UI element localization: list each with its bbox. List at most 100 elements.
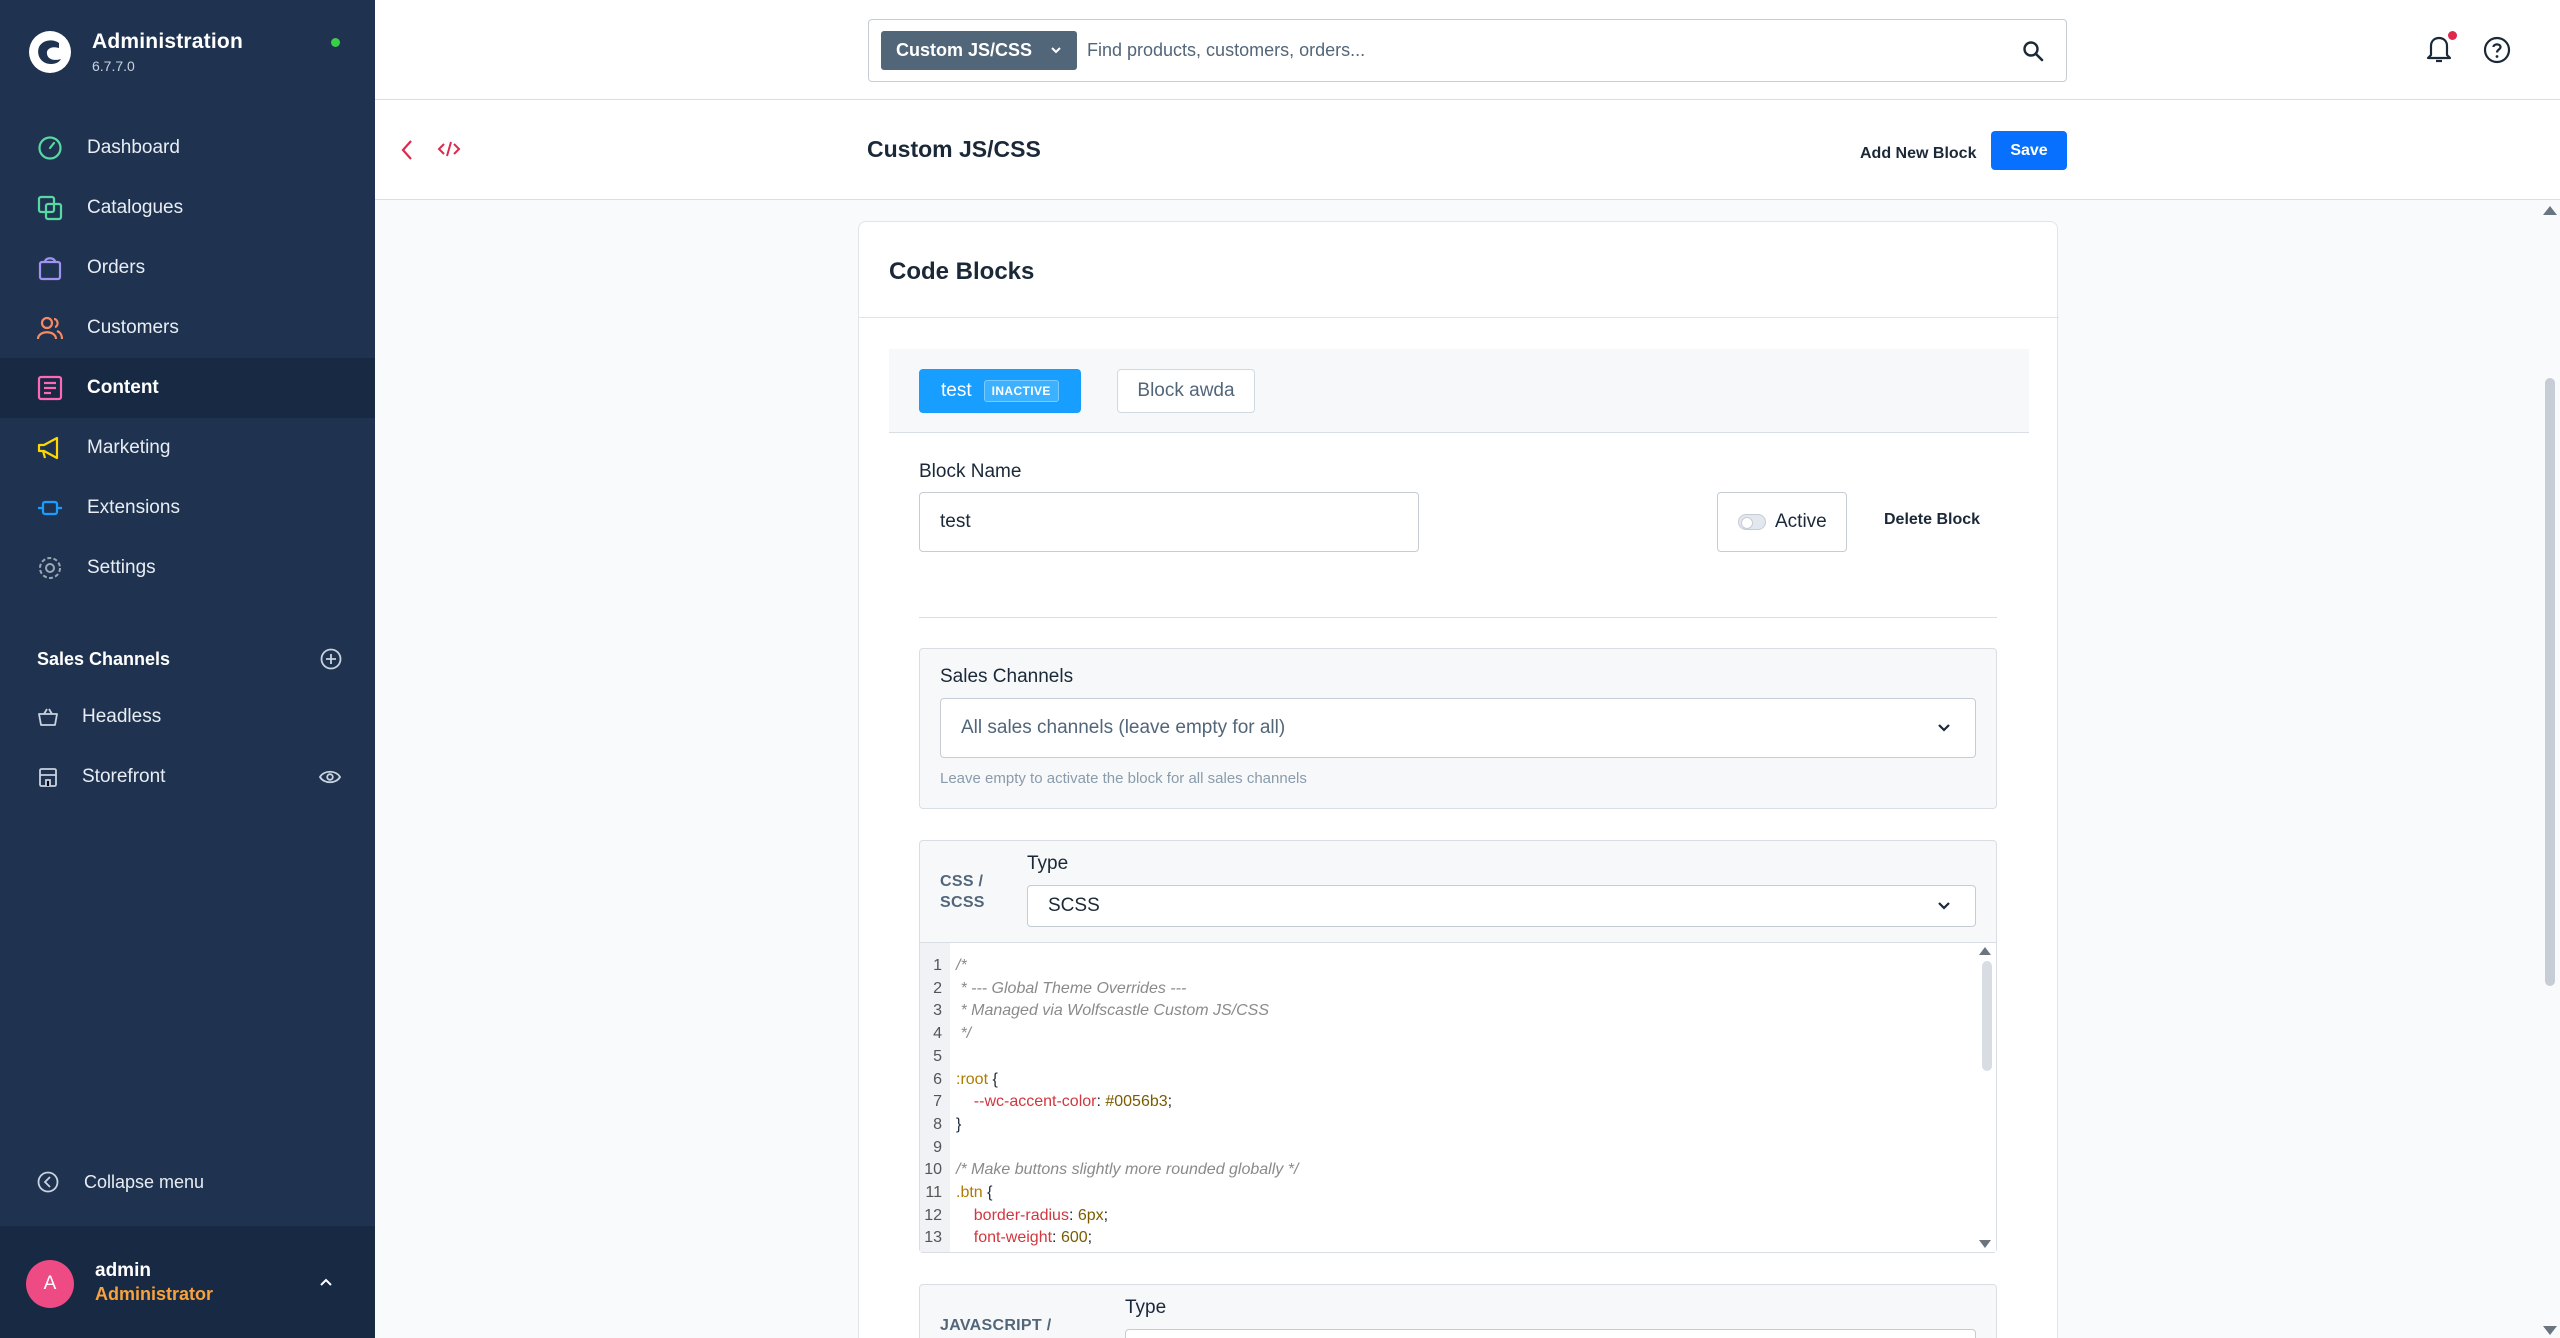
css-type-label: Type [1027, 853, 1069, 874]
notification-bell-icon[interactable] [2426, 34, 2452, 64]
css-type-value: SCSS [1048, 895, 1100, 916]
line-number: 10 [924, 1161, 942, 1179]
sidebar-item-settings[interactable]: Settings [0, 538, 375, 598]
code-text: /* [948, 957, 967, 980]
sidebar-item-content[interactable]: Content [0, 358, 375, 418]
shopware-logo-icon [29, 31, 71, 73]
code-line: 9 [920, 1139, 956, 1162]
scroll-up-arrow[interactable] [1979, 947, 1991, 955]
search-input[interactable] [1087, 30, 1987, 71]
editor-scrollbar[interactable] [1982, 961, 1992, 1071]
status-indicator [331, 38, 340, 47]
toggle-switch[interactable] [1738, 514, 1766, 530]
page-scrollbar[interactable] [2545, 378, 2555, 986]
chevron-left-icon[interactable] [399, 138, 415, 162]
card-title: Code Blocks [889, 258, 1035, 285]
code-line: 2 * --- Global Theme Overrides --- [920, 980, 1186, 1003]
css-section: CSS / SCSS Type SCSS 1 /* 2 * --- Global T… [919, 840, 1997, 1253]
add-new-block-button[interactable]: Add New Block [1852, 134, 1984, 173]
chevron-down-icon [1051, 47, 1061, 54]
sales-channel-storefront[interactable]: Storefront [36, 765, 341, 789]
line-number: 3 [933, 1002, 942, 1020]
top-bar: Custom JS/CSS [375, 0, 2560, 100]
line-number: 1 [933, 957, 942, 974]
customers-icon [36, 314, 64, 342]
brand[interactable]: Administration 6.7.7.0 [28, 30, 243, 74]
code-blocks-card: Code Blocks test INACTIVE Block awda Blo… [858, 221, 2059, 1338]
sales-channel-label: Storefront [82, 766, 166, 787]
active-toggle[interactable]: Active [1717, 492, 1847, 552]
tab-block-awda[interactable]: Block awda [1117, 369, 1255, 413]
status-badge: INACTIVE [983, 380, 1059, 402]
sales-channels-placeholder: All sales channels (leave empty for all) [961, 717, 1286, 738]
sidebar-item-label: Orders [87, 257, 146, 278]
code-text: * Managed via Wolfscastle Custom JS/CSS [948, 1002, 1269, 1025]
sidebar-item-label: Content [87, 377, 159, 398]
code-text: :root { [948, 1071, 998, 1094]
search-icon[interactable] [2022, 40, 2044, 62]
save-button[interactable]: Save [1991, 131, 2067, 170]
help-icon[interactable] [2483, 36, 2511, 64]
sales-channel-headless[interactable]: Headless [36, 705, 341, 729]
code-line: 6:root { [920, 1071, 998, 1094]
js-type-select[interactable] [1125, 1329, 1976, 1338]
css-value: #0056b3 [1105, 1093, 1168, 1111]
css-value: 600 [1060, 1229, 1088, 1247]
extensions-icon [36, 494, 64, 522]
sidebar-item-catalogues[interactable]: Catalogues [0, 178, 375, 238]
add-sales-channel-icon[interactable] [320, 648, 342, 670]
css-selector: .btn [956, 1184, 983, 1201]
orders-icon [36, 254, 64, 282]
code-text: font-weight: 600; [956, 1229, 1093, 1247]
code-text: * --- Global Theme Overrides --- [948, 980, 1186, 1003]
scroll-down-arrow[interactable] [1979, 1240, 1991, 1248]
delete-block-button[interactable]: Delete Block [1884, 511, 1980, 529]
line-number: 13 [924, 1229, 942, 1247]
page-title: Custom JS/CSS [867, 136, 1041, 162]
sales-channels-title: Sales Channels [37, 648, 171, 669]
eye-icon[interactable] [319, 769, 341, 785]
css-value: 6px [1077, 1206, 1104, 1224]
page-scroll-up-arrow[interactable] [2543, 206, 2557, 215]
tab-test[interactable]: test INACTIVE [919, 369, 1081, 413]
css-property: --wc-accent-color [956, 1093, 1097, 1111]
sidebar-item-extensions[interactable]: Extensions [0, 478, 375, 538]
app-title: Administration [92, 30, 243, 53]
collapse-menu-button[interactable]: Collapse menu [36, 1170, 204, 1194]
content-icon [36, 374, 64, 402]
code-line: 8} [920, 1116, 961, 1139]
code-text: border-radius: 6px; [956, 1206, 1109, 1224]
code-text: /* Make buttons slightly more rounded gl… [948, 1161, 1298, 1184]
code-text: --wc-accent-color: #0056b3; [956, 1093, 1173, 1111]
css-selector: :root [956, 1070, 989, 1088]
line-number: 11 [925, 1184, 942, 1201]
code-editor[interactable]: 1/* 2 * --- Global Theme Overrides --- 3 *… [920, 942, 1996, 1252]
sidebar-item-label: Catalogues [87, 197, 184, 218]
code-line: 7 --wc-accent-color: #0056b3; [920, 1093, 1172, 1116]
css-type-select[interactable]: SCSS [1027, 885, 1976, 927]
block-name-input[interactable]: test [919, 492, 1419, 552]
line-number: 2 [933, 979, 942, 997]
sidebar-item-orders[interactable]: Orders [0, 238, 375, 298]
tab-label: test [941, 380, 972, 401]
user-menu[interactable]: A admin Administrator [0, 1226, 375, 1338]
code-line: 5 [920, 1048, 956, 1071]
chevron-up-icon[interactable] [318, 1276, 334, 1288]
page-scroll-down-arrow[interactable] [2543, 1326, 2557, 1335]
javascript-section-label: JAVASCRIPT / [940, 1317, 1052, 1334]
sidebar-item-label: Marketing [87, 437, 171, 458]
sidebar-item-label: Customers [87, 317, 179, 338]
code-punctuation: { [988, 1070, 998, 1088]
css-property: font-weight [956, 1229, 1053, 1247]
settings-icon [36, 554, 64, 582]
sidebar-item-marketing[interactable]: Marketing [0, 418, 375, 478]
chevron-down-icon [1938, 724, 1950, 732]
sidebar-item-customers[interactable]: Customers [0, 298, 375, 358]
search-type-dropdown[interactable]: Custom JS/CSS [881, 31, 1077, 70]
line-number: 8 [933, 1115, 942, 1133]
sales-channels-select[interactable]: All sales channels (leave empty for all) [940, 698, 1976, 758]
sidebar-item-dashboard[interactable]: Dashboard [0, 118, 375, 178]
sales-channels-header: Sales Channels [37, 648, 342, 670]
dashboard-icon [36, 134, 64, 162]
code-line: 1 /* [920, 957, 967, 980]
